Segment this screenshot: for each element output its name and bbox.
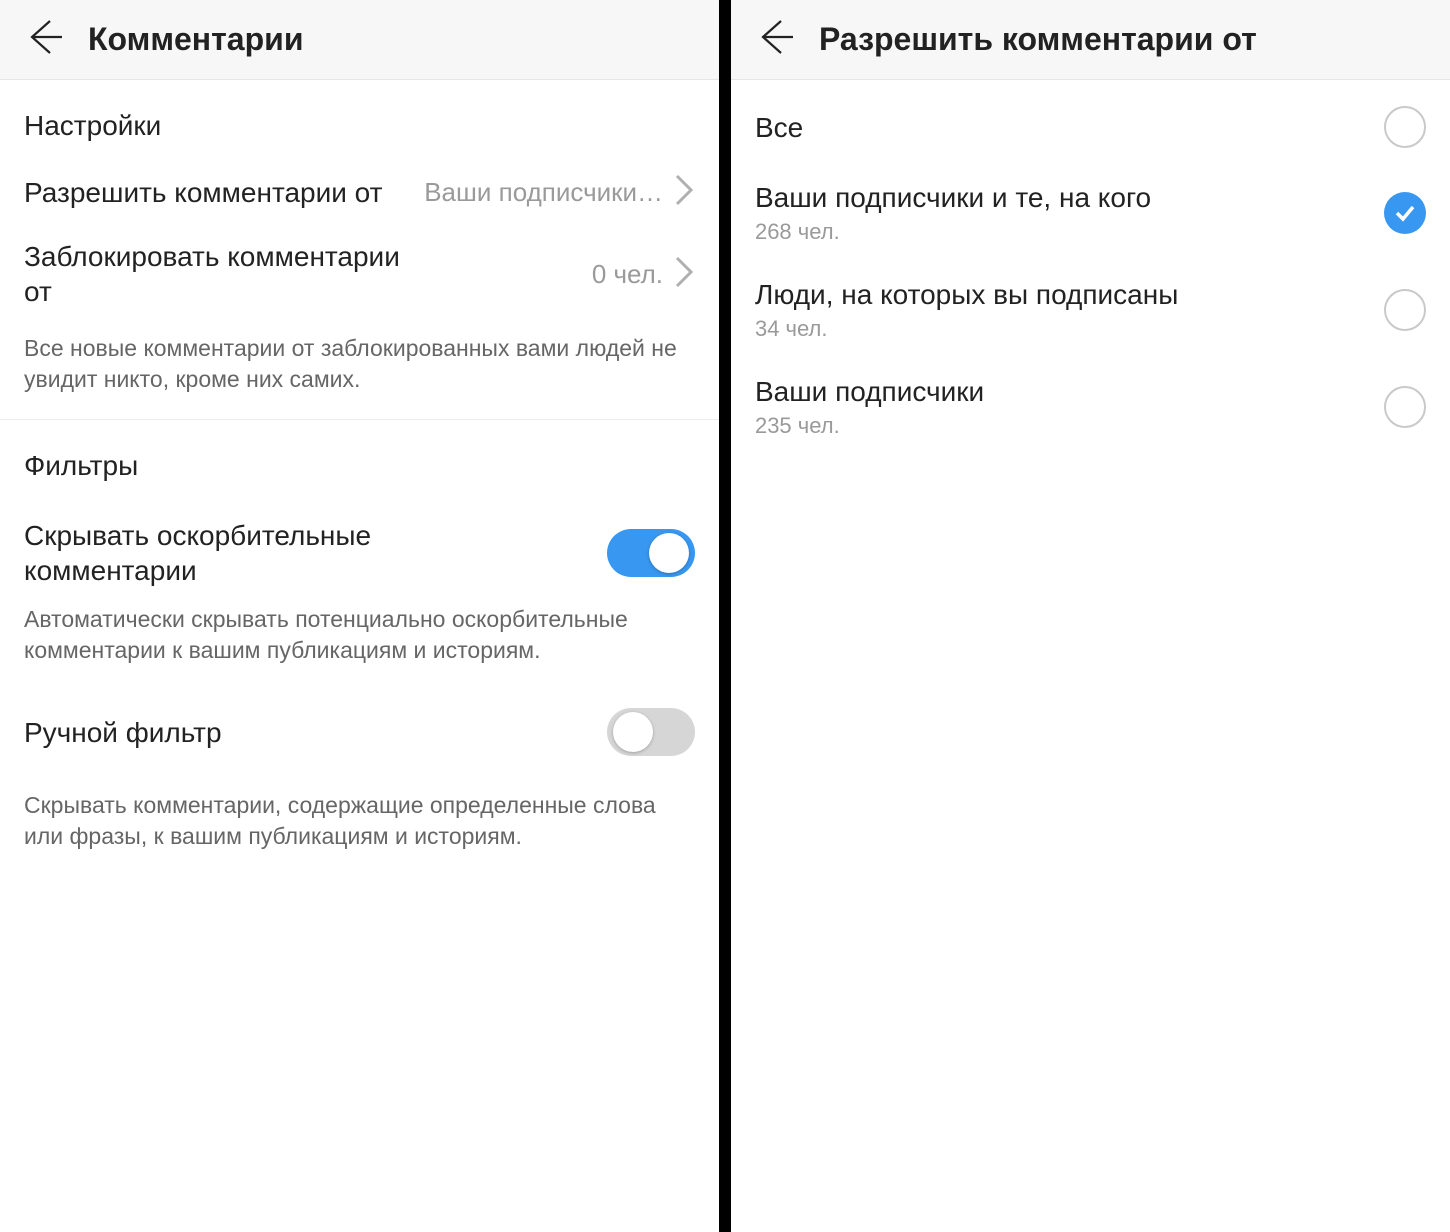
allow-comments-from-screen: Разрешить комментарии от Все Ваши подпис… [731,0,1450,1232]
manual-filter-label: Ручной фильтр [24,715,222,750]
hide-offensive-row: Скрывать оскорбительные комментарии [0,500,719,594]
radio-unselected-icon [1384,106,1426,148]
back-button[interactable] [749,14,801,66]
allow-comments-from-label: Разрешить комментарии от [24,175,382,210]
block-comments-from-value: 0 чел. [592,259,663,290]
chevron-right-icon [673,256,695,293]
header: Комментарии [0,0,719,80]
hide-offensive-label: Скрывать оскорбительные комментарии [24,518,507,588]
header: Разрешить комментарии от [731,0,1450,80]
option-title: Люди, на которых вы подписаны [755,277,1178,312]
option-title: Ваши подписчики и те, на кого [755,180,1151,215]
option-subtitle: 235 чел. [755,413,984,439]
toggle-knob [613,712,653,752]
option-subtitle: 268 чел. [755,219,1151,245]
arrow-left-icon [24,17,64,62]
toggle-knob [649,533,689,573]
option-all[interactable]: Все [731,90,1450,164]
option-title: Все [755,110,803,145]
option-followers[interactable]: Ваши подписчики 235 чел. [731,358,1450,455]
chevron-right-icon [673,174,695,211]
option-followers-and-following[interactable]: Ваши подписчики и те, на кого 268 чел. [731,164,1450,261]
radio-selected-icon [1384,192,1426,234]
arrow-left-icon [755,17,795,62]
manual-filter-description: Скрывать комментарии, содержащие определ… [0,762,719,876]
page-title: Комментарии [88,21,303,58]
block-comments-from-row[interactable]: Заблокировать комментарии от 0 чел. [0,225,719,323]
comments-settings-screen: Комментарии Настройки Разрешить коммента… [0,0,719,1232]
section-title-filters: Фильтры [0,420,719,500]
manual-filter-toggle[interactable] [607,708,695,756]
allow-comments-from-row[interactable]: Разрешить комментарии от Ваши подписчики… [0,160,719,225]
allow-comments-from-value: Ваши подписчики… [424,177,663,208]
option-following[interactable]: Люди, на которых вы подписаны 34 чел. [731,261,1450,358]
option-title: Ваши подписчики [755,374,984,409]
radio-unselected-icon [1384,289,1426,331]
radio-unselected-icon [1384,386,1426,428]
hide-offensive-description: Автоматически скрывать потенциально оско… [0,594,719,690]
page-title: Разрешить комментарии от [819,21,1257,58]
section-title-settings: Настройки [0,80,719,160]
screens-divider [719,0,731,1232]
manual-filter-row: Ручной фильтр [0,690,719,762]
block-comments-description: Все новые комментарии от заблокированных… [0,323,719,419]
hide-offensive-toggle[interactable] [607,529,695,577]
back-button[interactable] [18,14,70,66]
block-comments-from-label: Заблокировать комментарии от [24,239,427,309]
option-subtitle: 34 чел. [755,316,1178,342]
content: Все Ваши подписчики и те, на кого 268 че… [731,80,1450,1232]
content: Настройки Разрешить комментарии от Ваши … [0,80,719,1232]
